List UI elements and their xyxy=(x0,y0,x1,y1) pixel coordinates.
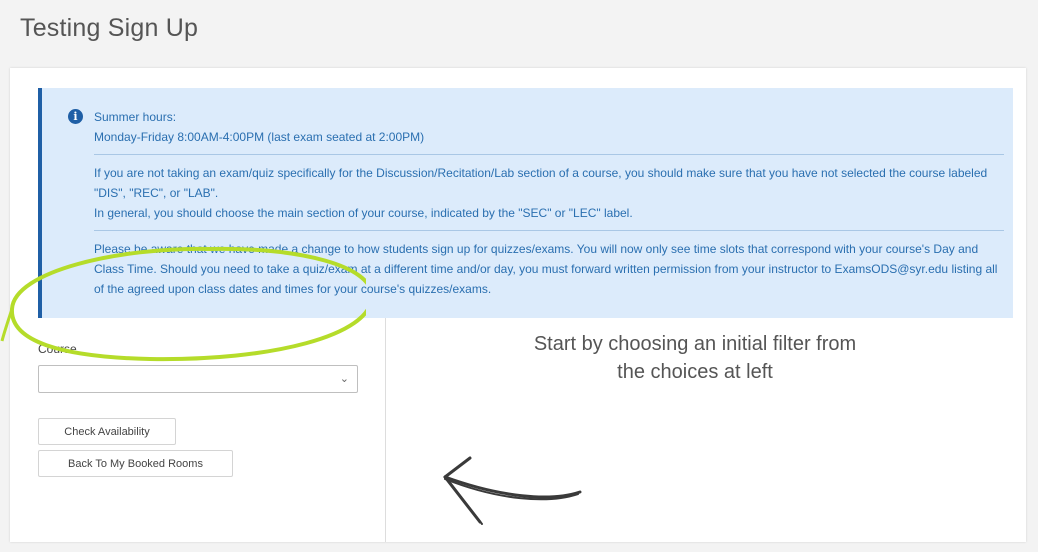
filter-panel: Course ⌄ Check Availability Back To My B… xyxy=(10,318,386,542)
info-alert: i Summer hours: Monday-Friday 8:00AM-4:0… xyxy=(38,88,1013,318)
back-to-booked-rooms-button[interactable]: Back To My Booked Rooms xyxy=(38,450,233,477)
course-label: Course xyxy=(38,342,77,356)
course-select[interactable]: ⌄ xyxy=(38,365,358,393)
alert-line: Monday-Friday 8:00AM-4:00PM (last exam s… xyxy=(94,130,425,144)
info-icon: i xyxy=(68,109,83,124)
check-availability-button[interactable]: Check Availability xyxy=(38,418,176,445)
page-title: Testing Sign Up xyxy=(20,14,199,42)
main-card: i Summer hours: Monday-Friday 8:00AM-4:0… xyxy=(10,68,1026,542)
alert-line: In general, you should choose the main s… xyxy=(94,206,633,220)
alert-line: Summer hours: xyxy=(94,110,177,124)
divider xyxy=(94,230,1004,231)
alert-line: Please be aware that we have made a chan… xyxy=(94,242,998,296)
divider xyxy=(94,154,1004,155)
alert-text: Summer hours: Monday-Friday 8:00AM-4:00P… xyxy=(94,107,1004,299)
alert-line: If you are not taking an exam/quiz speci… xyxy=(94,166,988,200)
empty-state-message: Start by choosing an initial filter from… xyxy=(533,333,857,383)
chevron-down-icon: ⌄ xyxy=(339,373,349,385)
